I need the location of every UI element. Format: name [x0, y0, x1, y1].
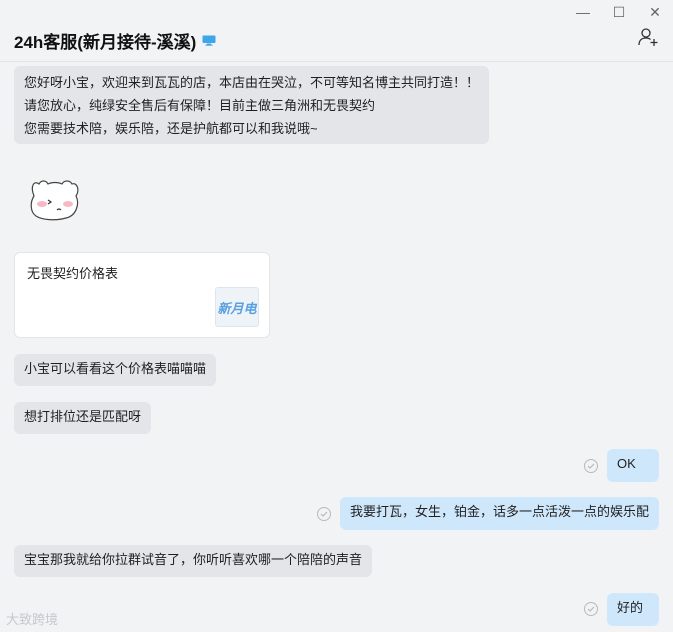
message-good: 好的 — [607, 593, 659, 626]
message-welcome: 您好呀小宝，欢迎来到瓦瓦的店，本店由在哭泣，不可等知名博主共同打造！！ 请您放心… — [14, 66, 489, 144]
price-list-card[interactable]: 无畏契约价格表 新月电 — [14, 252, 270, 338]
chat-header: 24h客服(新月接待-溪溪) — [0, 20, 673, 62]
read-receipt-icon — [584, 602, 598, 616]
welcome-line-2: 请您放心，纯绿安全售后有保障！目前主做三角洲和无畏契约 — [24, 98, 376, 113]
message-ok: OK — [607, 449, 659, 482]
read-receipt-icon — [317, 507, 331, 521]
message-look: 小宝可以看看这个价格表喵喵喵 — [14, 354, 216, 386]
monitor-icon — [202, 35, 216, 46]
read-receipt-icon — [584, 459, 598, 473]
message-rank: 想打排位还是匹配呀 — [14, 402, 151, 434]
message-group: 宝宝那我就给你拉群试音了，你听听喜欢哪一个陪陪的声音 — [14, 545, 372, 577]
message-request: 我要打瓦，女生，铂金，话多一点活泼一点的娱乐配 — [340, 497, 659, 530]
chat-title-text: 24h客服(新月接待-溪溪) — [14, 33, 197, 52]
bunny-sticker-icon — [30, 180, 79, 221]
message-list[interactable]: 您好呀小宝，欢迎来到瓦瓦的店，本店由在哭泣，不可等知名博主共同打造！！ 请您放心… — [0, 62, 673, 632]
chat-title: 24h客服(新月接待-溪溪) — [14, 28, 216, 53]
price-list-thumbnail: 新月电 — [215, 287, 259, 327]
welcome-line-3: 您需要技术陪，娱乐陪，还是护航都可以和我说哦~ — [24, 121, 318, 136]
add-user-icon[interactable] — [637, 26, 659, 48]
welcome-line-1: 您好呀小宝，欢迎来到瓦瓦的店，本店由在哭泣，不可等知名博主共同打造！！ — [24, 75, 480, 90]
watermark-text: 大致跨境 — [6, 612, 59, 627]
price-list-card-title: 无畏契约价格表 — [27, 266, 119, 281]
